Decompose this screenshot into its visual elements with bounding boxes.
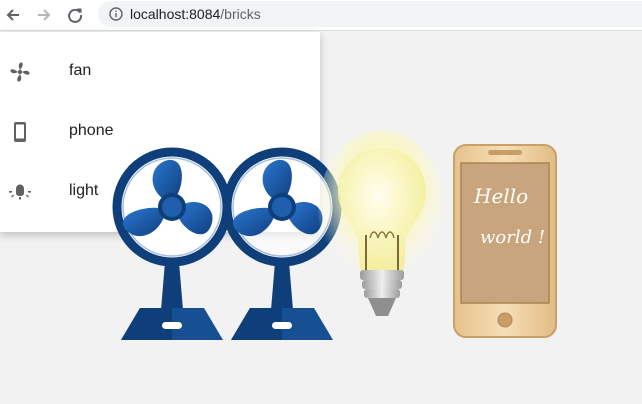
menu-item-label: light xyxy=(69,182,99,199)
url-text[interactable]: localhost:8084/bricks xyxy=(130,6,261,22)
url-host: localhost:8084 xyxy=(130,6,221,22)
back-button[interactable] xyxy=(3,5,23,25)
smartphone-icon xyxy=(14,122,26,142)
menu-item-label: fan xyxy=(69,62,92,79)
fan-brick[interactable] xyxy=(110,140,234,342)
arrow-right-icon xyxy=(38,9,51,21)
phone-screen-line1: Hello xyxy=(473,184,528,208)
url-path: /bricks xyxy=(220,6,261,22)
menu-item-fan[interactable]: fan xyxy=(0,42,320,102)
phone-screen-line2: world ! xyxy=(480,227,545,248)
address-bar[interactable]: localhost:8084/bricks xyxy=(98,1,642,27)
reload-icon xyxy=(68,8,83,23)
browser-toolbar: localhost:8084/bricks xyxy=(0,0,642,31)
arrow-left-icon xyxy=(6,9,19,21)
fan-icon xyxy=(10,62,30,82)
lightbulb-icon xyxy=(9,184,31,200)
phone-brick[interactable]: Hello world ! xyxy=(452,143,558,339)
forward-button[interactable] xyxy=(34,5,54,25)
reload-button[interactable] xyxy=(65,5,85,25)
menu-item-label: phone xyxy=(69,122,114,139)
info-icon[interactable] xyxy=(109,7,123,21)
light-brick[interactable] xyxy=(318,130,446,330)
